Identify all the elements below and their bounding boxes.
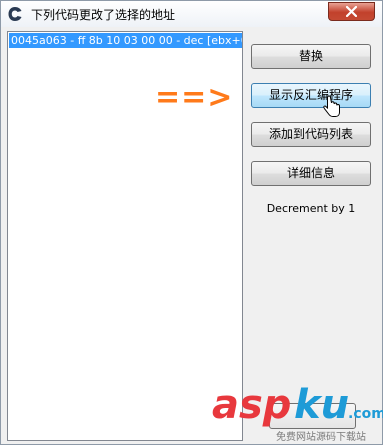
add-to-codelist-button[interactable]: 添加到代码列表 — [251, 122, 371, 147]
cheat-engine-icon — [8, 7, 22, 21]
close-button[interactable] — [328, 2, 375, 21]
watermark-tagline: 免费网站源码下载站 — [276, 432, 366, 443]
watermark-ku: ku — [294, 382, 350, 428]
list-item[interactable]: 0045a063 - ff 8b 10 03 00 00 - dec [ebx+… — [9, 33, 242, 48]
app-window: 下列代码更改了选择的地址 0045a063 - ff 8b 10 03 00 0… — [0, 0, 383, 445]
more-info-button[interactable]: 详细信息 — [251, 161, 371, 186]
watermark-tld: .com — [348, 406, 383, 422]
site-watermark: asp ku .com 免费网站源码下载站 — [212, 382, 383, 445]
title-bar[interactable]: 下列代码更改了选择的地址 — [1, 1, 382, 27]
replace-button[interactable]: 替换 — [251, 44, 371, 69]
window-title: 下列代码更改了选择的地址 — [31, 8, 176, 22]
instruction-info: Decrement by 1 — [266, 202, 356, 215]
mouse-pointer-icon — [323, 95, 340, 117]
watermark-asp: asp — [212, 382, 292, 428]
show-disassembler-button[interactable]: 显示反汇编程序 — [251, 83, 371, 108]
arrow-annotation: ==> — [155, 80, 234, 115]
close-icon — [346, 6, 357, 17]
